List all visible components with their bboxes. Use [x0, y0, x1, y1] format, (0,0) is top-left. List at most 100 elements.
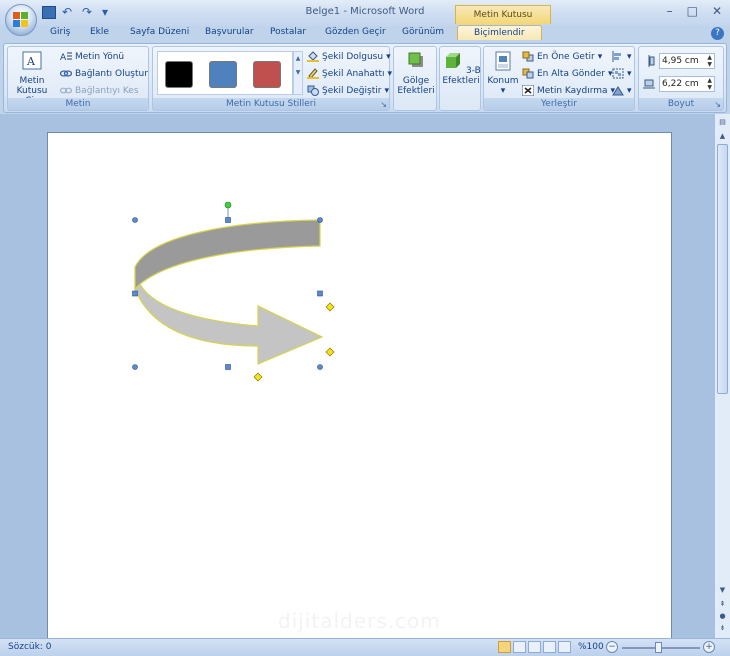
change-shape-button[interactable]: Şekil Değiştir ▾ — [307, 85, 389, 96]
help-icon[interactable]: ? — [711, 27, 724, 40]
resize-handle[interactable] — [132, 364, 138, 370]
zoom-slider-knob[interactable] — [655, 642, 662, 653]
vertical-scrollbar[interactable]: ▤ ▲ ▼ ⇞ ● ⇟ — [714, 114, 730, 638]
adjust-handle[interactable] — [325, 302, 335, 312]
previous-page-icon[interactable]: ⇞ — [717, 600, 728, 608]
status-bar: Sözcük: 0 %100 − + — [0, 638, 730, 656]
zoom-level[interactable]: %100 — [578, 642, 604, 652]
scroll-down-icon[interactable]: ▼ — [717, 586, 728, 594]
shape-fill-button[interactable]: Şekil Dolgusu ▾ — [307, 51, 391, 62]
zoom-out-icon[interactable]: − — [606, 641, 618, 653]
office-logo-icon — [13, 12, 29, 28]
tab-basvurular[interactable]: Başvurular — [205, 27, 254, 37]
view-buttons — [498, 641, 571, 653]
shapes-icon — [307, 85, 319, 96]
scroll-thumb[interactable] — [717, 144, 728, 394]
text-wrapping-button[interactable]: Metin Kaydırma ▾ — [522, 85, 615, 96]
size-dialog-launcher-icon[interactable]: ↘ — [714, 100, 721, 109]
draft-view-icon[interactable] — [558, 641, 571, 653]
outline-view-icon[interactable] — [543, 641, 556, 653]
resize-handle[interactable] — [225, 364, 231, 370]
width-spinner-icon[interactable]: ▲ ▼ — [707, 77, 712, 91]
resize-handle[interactable] — [317, 217, 323, 223]
next-page-icon[interactable]: ⇟ — [717, 624, 728, 632]
window-controls: – □ ✕ — [667, 4, 722, 18]
shape-width-field[interactable]: 6,22 cm ▲ ▼ — [659, 76, 715, 92]
bring-front-icon — [522, 51, 534, 62]
style-swatch-black[interactable] — [165, 61, 193, 88]
break-link-button[interactable]: Bağlantıyı Kes — [60, 85, 139, 96]
group-size: 4,95 cm ▲ ▼ 6,22 cm ▲ ▼ Boyut ↘ — [638, 46, 724, 111]
rotation-handle[interactable] — [224, 201, 232, 209]
maximize-icon[interactable]: □ — [687, 4, 698, 18]
tab-gozden-gecir[interactable]: Gözden Geçir — [325, 27, 386, 37]
rotate-button[interactable]: ▾ — [612, 85, 632, 96]
window-title: Belge1 - Microsoft Word — [305, 6, 425, 17]
adjust-handle[interactable] — [325, 347, 335, 357]
broken-link-icon — [60, 87, 72, 94]
style-swatch-red[interactable] — [253, 61, 281, 88]
title-bar: ↶ ↷ ▾ Belge1 - Microsoft Word Metin Kutu… — [0, 0, 730, 38]
group-arrange: Konum ▾ En Öne Getir ▾ En Alta Gönder ▾ M… — [483, 46, 635, 111]
tab-ekle[interactable]: Ekle — [90, 27, 109, 37]
text-wrap-icon — [522, 85, 534, 96]
office-button[interactable] — [5, 4, 37, 36]
resize-handle[interactable] — [225, 217, 231, 223]
align-button[interactable]: ▾ — [612, 51, 632, 62]
scroll-up-icon[interactable]: ▲ — [717, 132, 728, 140]
browse-object-icon[interactable]: ● — [717, 612, 728, 620]
3d-effects-button[interactable]: 3-B Efektleri — [441, 51, 481, 86]
group-text-box-styles: ▲ ▼ Şekil Dolgusu ▾ Şekil Anahattı ▾ Şeki… — [152, 46, 392, 111]
link-icon — [60, 70, 72, 77]
group-label-size: Boyut — [639, 98, 723, 110]
dialog-launcher-icon[interactable]: ↘ — [380, 100, 387, 109]
resize-handle[interactable] — [132, 290, 138, 297]
close-icon[interactable]: ✕ — [712, 4, 722, 18]
resize-handle[interactable] — [317, 364, 323, 370]
full-screen-reading-icon[interactable] — [513, 641, 526, 653]
context-tab-title: Metin Kutusu Araçları — [455, 5, 551, 38]
create-link-button[interactable]: Bağlantı Oluştur — [60, 68, 148, 79]
web-layout-icon[interactable] — [528, 641, 541, 653]
shadow-icon — [408, 52, 423, 67]
ribbon: A Metin Kutusu Çiz A Metin Yönü Bağlantı… — [3, 43, 727, 113]
tab-gorunum[interactable]: Görünüm — [402, 27, 444, 37]
group-3d-effects: 3-B Efektleri — [439, 46, 481, 111]
bring-to-front-button[interactable]: En Öne Getir ▾ — [522, 51, 602, 62]
group-label-arrange: Yerleştir — [484, 98, 634, 110]
resize-handle[interactable] — [317, 290, 323, 297]
tab-postalar[interactable]: Postalar — [270, 27, 306, 37]
minimize-icon[interactable]: – — [667, 4, 673, 18]
shape-outline-button[interactable]: Şekil Anahattı ▾ — [307, 68, 392, 79]
group-icon — [612, 68, 624, 79]
group-objects-button[interactable]: ▾ — [612, 68, 632, 79]
send-to-back-button[interactable]: En Alta Gönder ▾ — [522, 68, 612, 79]
group-metin: A Metin Kutusu Çiz A Metin Yönü Bağlantı… — [7, 46, 149, 111]
rotate-icon — [612, 86, 624, 96]
shape-canvas — [132, 201, 335, 382]
curved-arrow-shape[interactable] — [134, 219, 324, 365]
height-spinner-icon[interactable]: ▲ ▼ — [707, 54, 712, 68]
ruler-toggle-icon[interactable]: ▤ — [717, 118, 728, 126]
tab-bicimlendir[interactable]: Biçimlendir — [457, 25, 542, 40]
zoom-in-icon[interactable]: + — [703, 641, 715, 653]
position-button[interactable]: Konum ▾ — [486, 51, 520, 96]
text-direction-icon: A — [60, 52, 72, 62]
gallery-scroll[interactable]: ▲ ▼ — [293, 51, 303, 95]
text-direction-button[interactable]: A Metin Yönü — [60, 51, 124, 63]
align-icon — [612, 51, 621, 62]
resize-handle[interactable] — [132, 217, 138, 223]
shape-height-field[interactable]: 4,95 cm ▲ ▼ — [659, 53, 715, 69]
svg-text:A: A — [60, 53, 67, 62]
word-count[interactable]: Sözcük: 0 — [8, 642, 51, 652]
document-area: dijitalders.com — [0, 114, 714, 638]
send-back-icon — [522, 68, 534, 79]
adjust-handle[interactable] — [253, 372, 263, 382]
group-label-metin: Metin — [8, 98, 148, 110]
tab-giris[interactable]: Giriş — [50, 27, 70, 37]
style-swatch-blue[interactable] — [209, 61, 237, 88]
tab-sayfa-duzeni[interactable]: Sayfa Düzeni — [130, 27, 189, 37]
print-layout-icon[interactable] — [498, 641, 511, 653]
shadow-effects-button[interactable]: Gölge Efektleri — [396, 51, 436, 96]
3d-cube-icon — [446, 53, 461, 68]
